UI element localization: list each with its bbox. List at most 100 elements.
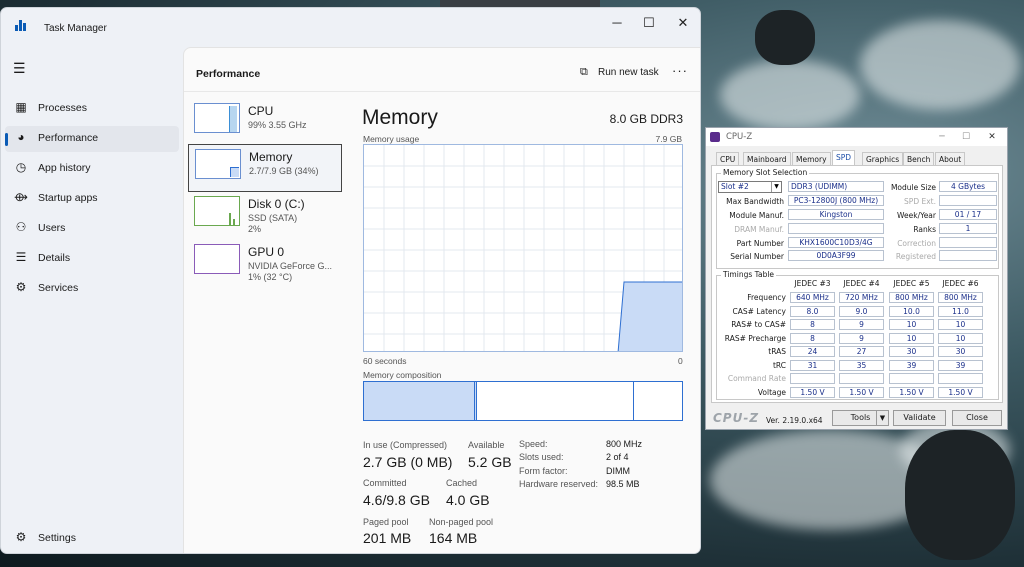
users-icon: ⚇ — [15, 220, 27, 234]
sidebar-item-users[interactable]: ⚇ Users — [5, 216, 179, 242]
ranks-label: Ranks — [913, 225, 936, 234]
validate-button[interactable]: Validate — [893, 410, 946, 426]
startup-apps-icon: ⟴ — [14, 190, 28, 204]
memory-composition-bar[interactable] — [363, 381, 683, 421]
property-key: Speed: — [519, 439, 548, 449]
sidebar: ☰ ▦ Processes ◕ Performance ◷ App history ⟴ Sta… — [1, 46, 183, 553]
sidebar-item-startup-apps[interactable]: ⟴ Startup apps — [5, 186, 179, 212]
timing-value: 30 — [938, 346, 983, 357]
sidebar-item-processes[interactable]: ▦ Processes — [5, 96, 179, 122]
cpuz-close-text-button[interactable]: Close — [952, 410, 1002, 426]
timing-value: 35 — [839, 359, 884, 371]
timing-row-label: RAS# Precharge — [724, 333, 786, 343]
performance-icon: ◕ — [17, 130, 25, 144]
resource-item-memory[interactable]: Memory 2.7/7.9 GB (34%) — [188, 144, 342, 192]
tab-graphics[interactable]: Graphics — [862, 152, 904, 165]
timing-value: 8.0 — [790, 305, 835, 317]
timing-value: 10 — [889, 332, 934, 344]
cpuz-minimize-button[interactable]: ─ — [932, 129, 952, 145]
timing-row-label: Frequency — [747, 293, 786, 302]
timing-value: 11.0 — [938, 305, 983, 317]
resource-name: Disk 0 (C:) — [248, 197, 305, 211]
close-button[interactable]: ✕ — [668, 12, 698, 34]
sidebar-item-services[interactable]: ⚙ Services — [5, 276, 179, 302]
hamburger-menu-icon[interactable]: ☰ — [13, 60, 26, 77]
timing-row-label: Voltage — [757, 387, 786, 397]
timing-value — [790, 373, 835, 384]
slot-select[interactable]: Slot #2 ▼ — [718, 181, 782, 193]
committed-value: 4.6/9.8 GB — [363, 492, 430, 508]
title-bar[interactable]: Task Manager ─ ☐ ✕ — [1, 8, 700, 46]
correction-field — [939, 237, 997, 248]
max-bandwidth-label: Max Bandwidth — [726, 197, 784, 206]
services-icon: ⚙ — [15, 280, 27, 294]
memory-usage-label: Memory usage — [363, 134, 420, 144]
property-value: 2 of 4 — [606, 452, 629, 462]
spd-ext-field — [939, 195, 997, 206]
sidebar-item-performance[interactable]: ◕ Performance — [5, 126, 179, 152]
timing-value: 27 — [839, 346, 884, 357]
timing-value: 1.50 V — [889, 386, 934, 398]
sidebar-item-label: Services — [38, 282, 79, 294]
dram-manuf-label: DRAM Manuf. — [734, 225, 784, 234]
resource-detail-2: 1% (32 °C) — [248, 272, 293, 282]
timing-column-header: JEDEC #3 — [794, 279, 831, 288]
cpuz-version: Ver. 2.19.0.x64 — [766, 416, 823, 425]
tab-memory[interactable]: Memory — [792, 152, 831, 165]
correction-label: Correction — [897, 239, 936, 248]
timing-value: 10 — [938, 319, 983, 330]
timing-row-label: tRAS — [768, 347, 786, 356]
more-options-icon[interactable]: ··· — [672, 63, 688, 78]
page-title: Performance — [196, 68, 261, 80]
timing-value: 9.0 — [839, 305, 884, 317]
timing-value: 39 — [938, 359, 983, 371]
max-bandwidth-field: PC3-12800J (800 MHz) — [788, 195, 884, 206]
maximize-button[interactable]: ☐ — [634, 12, 664, 34]
sidebar-item-label: Performance — [38, 132, 99, 144]
timing-value: 720 MHz — [839, 292, 884, 303]
resource-item-gpu[interactable]: GPU 0 NVIDIA GeForce G... 1% (32 °C) — [188, 240, 342, 288]
paged-pool-label: Paged pool — [363, 517, 409, 527]
cpuz-title-bar[interactable]: CPU-Z ─ ☐ ✕ — [706, 128, 1007, 146]
resource-name: GPU 0 — [248, 245, 285, 259]
week-year-label: Week/Year — [897, 211, 936, 220]
tab-about[interactable]: About — [935, 152, 966, 165]
timing-value: 9 — [839, 332, 884, 344]
timing-value: 9 — [839, 319, 884, 330]
timing-value: 8 — [790, 319, 835, 330]
property-value: DIMM — [606, 466, 630, 476]
part-number-label: Part Number — [736, 239, 784, 248]
resource-item-disk[interactable]: Disk 0 (C:) SSD (SATA) 2% — [188, 192, 342, 240]
tab-spd[interactable]: SPD — [832, 150, 856, 166]
timings-group-label: Timings Table — [721, 270, 777, 279]
in-use-label: In use (Compressed) — [363, 440, 448, 450]
minimize-button[interactable]: ─ — [602, 12, 632, 34]
property-value: 98.5 MB — [606, 479, 640, 489]
sidebar-item-details[interactable]: ☰ Details — [5, 246, 179, 272]
timing-row-label: RAS# to CAS# — [731, 320, 786, 329]
timing-value: 24 — [790, 346, 835, 357]
tools-button[interactable]: Tools ▼ — [832, 410, 889, 426]
timing-column-header: JEDEC #6 — [942, 279, 979, 288]
task-manager-logo-icon — [15, 20, 28, 31]
property-key: Form factor: — [519, 466, 568, 476]
tab-mainboard[interactable]: Mainboard — [743, 152, 791, 165]
cpuz-app-icon — [710, 132, 720, 142]
sidebar-item-settings[interactable]: ⚙ Settings — [5, 526, 179, 552]
run-new-task-button[interactable]: ⧉ Run new task — [580, 61, 659, 83]
dropdown-arrow-icon: ▼ — [771, 182, 781, 192]
cpuz-close-button[interactable]: ✕ — [982, 129, 1002, 145]
slot-group-label: Memory Slot Selection — [721, 168, 810, 177]
memory-spec: 8.0 GB DDR3 — [609, 112, 683, 126]
resource-item-cpu[interactable]: CPU 99% 3.55 GHz — [188, 99, 342, 147]
cpuz-maximize-button[interactable]: ☐ — [956, 129, 976, 145]
ranks-field: 1 — [939, 223, 997, 234]
cpuz-logo: CPU-Z — [713, 411, 760, 425]
sidebar-item-app-history[interactable]: ◷ App history — [5, 156, 179, 182]
tools-dropdown-arrow-icon: ▼ — [876, 411, 888, 425]
property-value: 800 MHz — [606, 439, 643, 449]
tab-bench[interactable]: Bench — [903, 152, 935, 165]
run-new-task-label: Run new task — [598, 67, 659, 78]
memory-usage-area — [617, 281, 682, 351]
tab-cpu[interactable]: CPU — [716, 152, 740, 165]
